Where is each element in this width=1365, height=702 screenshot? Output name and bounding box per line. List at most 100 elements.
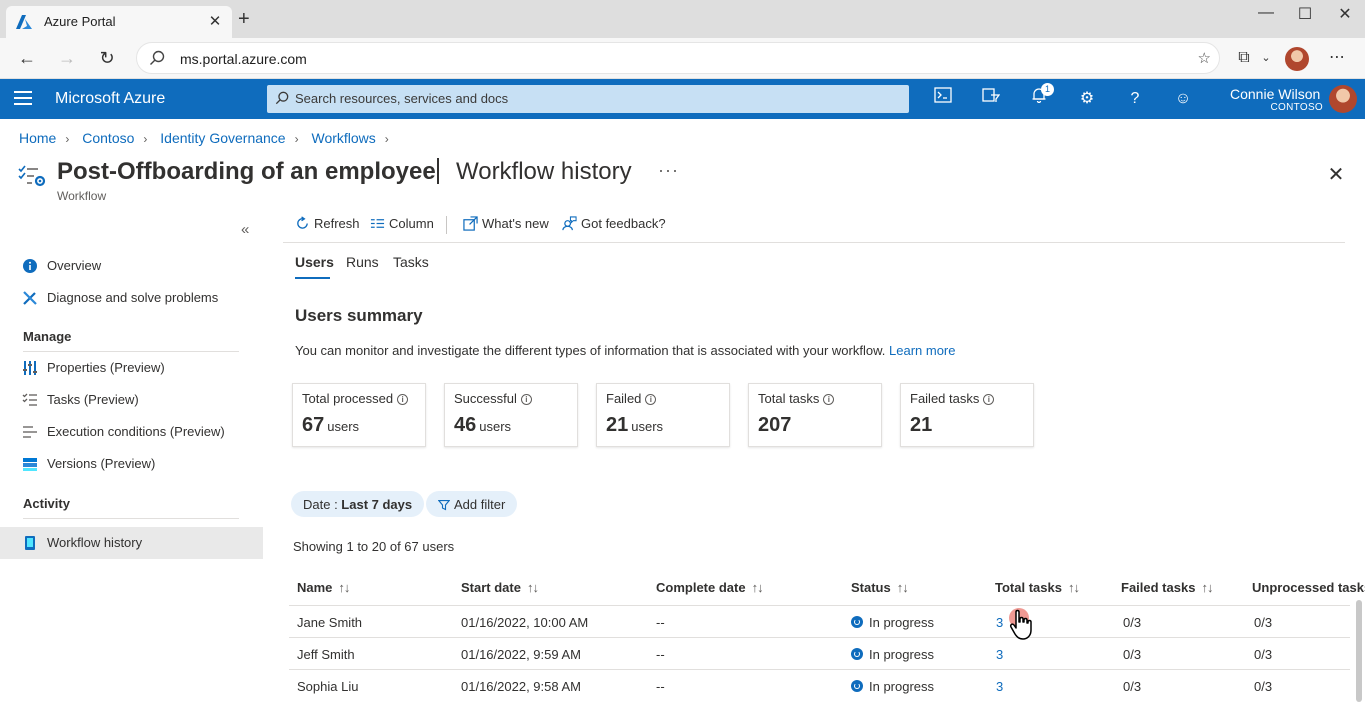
page-subtitle: Workflow history <box>456 158 632 185</box>
forward-icon[interactable]: → <box>55 47 79 69</box>
minimize-icon[interactable]: — <box>1251 4 1281 26</box>
favorite-star-icon[interactable]: ☆ <box>1198 49 1211 67</box>
sidebar-item-tasks[interactable]: Tasks (Preview) <box>0 384 263 416</box>
users-summary-title: Users summary <box>295 306 423 325</box>
column-header-total-tasks[interactable]: Total tasks ↑↓ <box>995 580 1080 595</box>
sort-icon[interactable]: ↑↓ <box>338 580 350 595</box>
column-header-unprocessed-tasks[interactable]: Unprocessed tasks <box>1252 580 1365 595</box>
hand-cursor-icon <box>1008 608 1040 645</box>
toolbar-divider-line <box>283 242 1345 243</box>
date-filter-pill[interactable]: Date : Last 7 days <box>291 491 425 517</box>
sidebar-item-overview[interactable]: Overview <box>0 250 263 282</box>
page-title: Post-Offboarding of an employee <box>57 158 436 185</box>
sidebar-item-diagnose[interactable]: Diagnose and solve problems <box>0 282 263 314</box>
collections-icon[interactable]: ⧉ <box>1234 47 1254 71</box>
summary-description-text: You can monitor and investigate the diff… <box>295 343 886 358</box>
back-icon[interactable]: ← <box>15 47 39 69</box>
cell-name: Jane Smith <box>297 615 363 630</box>
notifications-bell-icon[interactable]: 1 <box>1026 83 1054 111</box>
sidebar-item-properties[interactable]: Properties (Preview) <box>0 352 263 384</box>
feedback-label: Got feedback? <box>581 216 666 231</box>
breadcrumb-contoso[interactable]: Contoso <box>82 130 134 146</box>
new-tab-icon[interactable]: + <box>238 9 250 29</box>
date-filter-label: Date : <box>303 497 342 512</box>
global-search-input[interactable]: Search resources, services and docs <box>267 85 909 113</box>
column-label: Complete date <box>656 580 746 595</box>
sort-icon[interactable]: ↑↓ <box>1201 580 1213 595</box>
close-tab-icon[interactable]: ✕ <box>206 12 224 30</box>
directory-filter-icon[interactable] <box>978 87 1004 111</box>
column-header-complete-date[interactable]: Complete date ↑↓ <box>656 580 764 595</box>
search-icon <box>275 91 289 108</box>
hamburger-menu-icon[interactable] <box>14 91 32 109</box>
help-icon[interactable]: ? <box>1122 87 1148 111</box>
whats-new-button[interactable]: What's new <box>463 216 549 234</box>
card-label: Total tasks <box>758 391 820 406</box>
window-close-icon[interactable]: ✕ <box>1330 4 1360 26</box>
breadcrumb-home[interactable]: Home <box>19 130 56 146</box>
collapse-sidebar-icon[interactable]: « <box>241 221 249 238</box>
column-button[interactable]: Column <box>370 216 434 234</box>
info-icon[interactable]: i <box>823 394 835 405</box>
tab-users[interactable]: Users <box>295 254 334 270</box>
column-label: Column <box>389 216 434 231</box>
info-icon[interactable]: i <box>520 394 532 405</box>
card-unit: users <box>479 419 512 434</box>
browser-menu-icon[interactable]: ⋯ <box>1325 47 1349 71</box>
card-successful: Successful i 46 users <box>444 383 578 447</box>
more-options-icon[interactable]: ··· <box>658 160 679 181</box>
sidebar-item-versions[interactable]: Versions (Preview) <box>0 448 263 480</box>
cell-total-tasks-link[interactable]: 3 <box>996 615 1003 630</box>
add-filter-button[interactable]: Add filter <box>426 491 518 517</box>
sidebar-item-label: Versions (Preview) <box>47 456 156 471</box>
sidebar-item-workflow-history[interactable]: Workflow history <box>0 527 263 559</box>
column-label: Failed tasks <box>1121 580 1196 595</box>
column-header-name[interactable]: Name ↑↓ <box>297 580 350 595</box>
settings-gear-icon[interactable]: ⚙ <box>1074 87 1100 111</box>
sort-icon[interactable]: ↑↓ <box>897 580 909 595</box>
info-icon[interactable]: i <box>645 394 657 405</box>
feedback-smiley-icon[interactable]: ☺ <box>1170 87 1196 111</box>
refresh-icon <box>295 216 310 234</box>
conditions-icon <box>22 424 38 440</box>
column-label: Start date <box>461 580 521 595</box>
maximize-icon[interactable]: ☐ <box>1290 4 1320 26</box>
tab-tasks[interactable]: Tasks <box>393 254 429 270</box>
close-blade-icon[interactable]: ✕ <box>1325 162 1347 187</box>
reload-icon[interactable]: ↻ <box>95 47 119 69</box>
cell-total-tasks-link[interactable]: 3 <box>996 679 1003 694</box>
user-name[interactable]: Connie Wilson <box>1230 86 1320 102</box>
whats-new-label: What's new <box>482 216 549 231</box>
browser-tab[interactable]: Azure Portal ✕ <box>6 6 232 38</box>
table-scrollbar[interactable] <box>1356 600 1362 702</box>
feedback-button[interactable]: Got feedback? <box>562 216 666 234</box>
breadcrumb-identity-governance[interactable]: Identity Governance <box>160 130 285 146</box>
column-header-start-date[interactable]: Start date ↑↓ <box>461 580 539 595</box>
azure-logo-icon <box>16 15 32 32</box>
cell-total-tasks-link[interactable]: 3 <box>996 647 1003 662</box>
cloud-shell-icon[interactable] <box>930 87 956 111</box>
url-field[interactable]: ms.portal.azure.com ☆ <box>136 42 1220 74</box>
sort-icon[interactable]: ↑↓ <box>752 580 764 595</box>
sort-icon[interactable]: ↑↓ <box>527 580 539 595</box>
profile-avatar[interactable] <box>1285 47 1309 71</box>
brand-title[interactable]: Microsoft Azure <box>55 90 165 108</box>
info-icon[interactable]: i <box>983 394 995 405</box>
breadcrumb-workflows[interactable]: Workflows <box>311 130 375 146</box>
column-header-status[interactable]: Status ↑↓ <box>851 580 909 595</box>
add-filter-label: Add filter <box>454 497 506 512</box>
sidebar-divider <box>23 518 239 519</box>
chevron-down-icon[interactable]: ⌄ <box>1259 47 1273 71</box>
card-value: 207 <box>758 414 792 436</box>
sidebar-item-execution-conditions[interactable]: Execution conditions (Preview) <box>0 416 263 448</box>
column-label: Unprocessed tasks <box>1252 580 1365 595</box>
refresh-button[interactable]: Refresh <box>295 216 360 234</box>
tab-runs[interactable]: Runs <box>346 254 379 270</box>
active-tab-indicator <box>295 277 330 279</box>
user-avatar[interactable] <box>1329 85 1357 113</box>
sort-icon[interactable]: ↑↓ <box>1068 580 1080 595</box>
learn-more-link[interactable]: Learn more <box>889 343 955 358</box>
info-icon[interactable]: i <box>397 394 409 405</box>
sidebar-item-label: Workflow history <box>47 535 143 550</box>
column-header-failed-tasks[interactable]: Failed tasks ↑↓ <box>1121 580 1213 595</box>
